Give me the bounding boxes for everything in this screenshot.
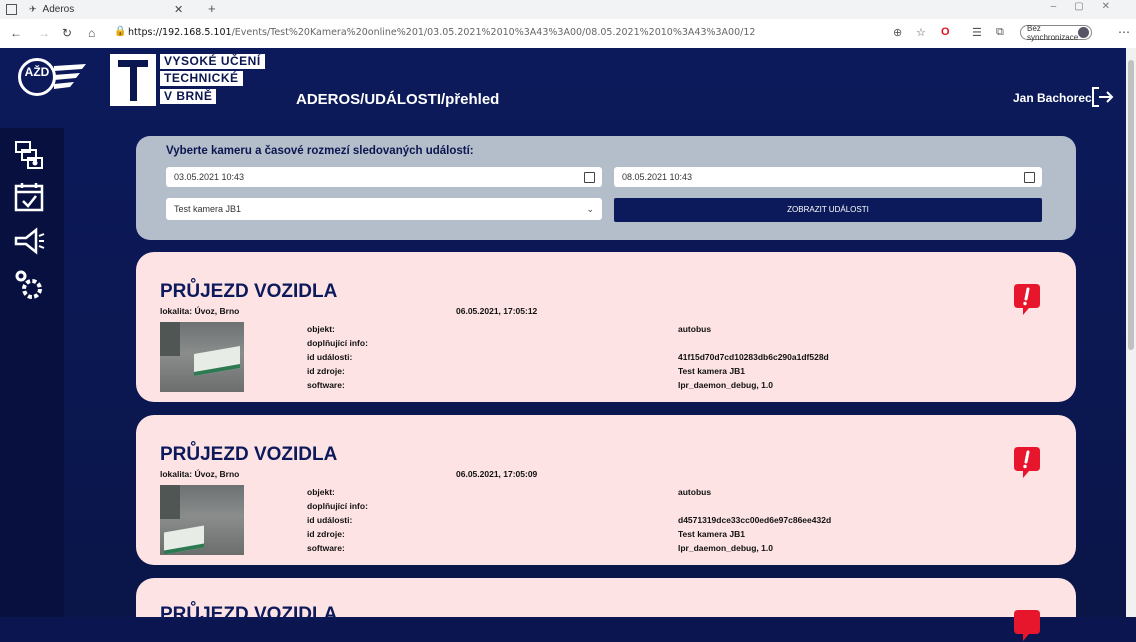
home-icon[interactable]: ⌂ (88, 26, 95, 40)
favicon-icon: ✈ (29, 4, 37, 14)
azd-logo-wings (54, 64, 86, 89)
vut-line-1: VYSOKÉ UČENÍ (160, 54, 265, 69)
label-software: software: (307, 543, 345, 553)
more-icon[interactable]: ⋯ (1118, 25, 1130, 39)
alert-icon (1014, 284, 1040, 315)
event-title: PRŮJEZD VOZIDLA (160, 281, 338, 302)
camera-select-value: Test kamera JB1 (174, 204, 242, 214)
favorites-icon[interactable]: ☰ (972, 26, 982, 39)
value-object: autobus (678, 487, 712, 497)
label-event-id: id události: (307, 515, 353, 525)
label-source-id: id zdroje: (307, 366, 345, 376)
chevron-down-icon: ⌄ (586, 204, 594, 214)
vut-t-icon (110, 54, 156, 106)
label-event-id: id události: (307, 352, 353, 362)
event-card: PRŮJEZD VOZIDLA lokalita: Úvoz, Brno 06.… (136, 415, 1076, 565)
address-bar-row: ← → ↻ ⌂ 🔒 https://192.168.5.101/Events/T… (0, 19, 1136, 49)
logout-icon[interactable] (1090, 85, 1114, 109)
event-datetime: 06.05.2021, 17:05:09 (456, 469, 538, 479)
value-event-id: d4571319dce33cc00ed6e97c86ee432d (678, 515, 832, 525)
page-title: ADEROS/UDÁLOSTI/přehled (296, 91, 500, 108)
cameras-icon[interactable] (12, 138, 46, 172)
event-card: PRŮJEZD VOZIDLA lokalita: Úvoz, Brno 06.… (136, 252, 1076, 402)
vut-logo: VYSOKÉ UČENÍ TECHNICKÉ V BRNĚ (110, 54, 278, 106)
event-card: PRŮJEZD VOZIDLA (136, 578, 1076, 641)
event-datetime: 06.05.2021, 17:05:12 (456, 306, 538, 316)
url-host: https://192.168.5.101 (128, 27, 232, 38)
event-title: PRŮJEZD VOZIDLA (160, 604, 338, 625)
date-from-input[interactable]: 03.05.2021 10:43 (166, 167, 602, 187)
label-object: objekt: (307, 487, 335, 497)
window-controls[interactable]: –▢✕ (1051, 1, 1128, 12)
forward-icon[interactable]: → (38, 26, 50, 40)
label-software: software: (307, 380, 345, 390)
megaphone-icon[interactable] (12, 224, 46, 258)
value-source-id: Test kamera JB1 (678, 366, 745, 376)
event-thumbnail[interactable] (160, 485, 244, 555)
calendar-check-icon[interactable] (12, 180, 46, 214)
value-object: autobus (678, 324, 712, 334)
logo-text: AŽD (24, 65, 50, 79)
browser-tab[interactable]: ✈ Aderos ✕ (6, 0, 196, 19)
label-extra-info: doplňující info: (307, 338, 368, 348)
vut-line-3: V BRNĚ (160, 89, 217, 104)
value-software: lpr_daemon_debug, 1.0 (678, 543, 773, 553)
value-software: lpr_daemon_debug, 1.0 (678, 380, 773, 390)
tab-actions-icon[interactable] (6, 4, 17, 15)
user-name[interactable]: Jan Bachorec (1013, 91, 1092, 105)
alert-icon (1014, 447, 1040, 478)
label-source-id: id zdroje: (307, 529, 345, 539)
event-location: lokalita: Úvoz, Brno (160, 469, 240, 479)
event-thumbnail[interactable] (160, 322, 244, 392)
filter-title: Vyberte kameru a časové rozmezí sledovan… (166, 145, 474, 157)
lock-icon[interactable]: 🔒 (114, 26, 126, 37)
url-field[interactable]: https://192.168.5.101/Events/Test%20Kame… (128, 27, 755, 38)
azd-logo: AŽD (18, 58, 56, 96)
browser-tab-bar: ✈ Aderos ✕ + –▢✕ (0, 0, 1136, 19)
date-to-value: 08.05.2021 10:43 (622, 172, 693, 182)
date-to-input[interactable]: 08.05.2021 10:43 (614, 167, 1042, 187)
tab-title: Aderos (42, 4, 75, 15)
reload-icon[interactable]: ↻ (62, 26, 72, 40)
camera-select[interactable]: Test kamera JB1 ⌄ (166, 198, 602, 220)
zoom-icon[interactable]: ⊕ (893, 26, 902, 39)
sidebar (0, 128, 64, 617)
calendar-icon[interactable] (584, 172, 595, 183)
label-object: objekt: (307, 324, 335, 334)
label-extra-info: doplňující info: (307, 501, 368, 511)
collections-icon[interactable]: ⧉ (996, 26, 1004, 39)
app: AŽD VYSOKÉ UČENÍ TECHNICKÉ V BRNĚ ADEROS… (0, 48, 1136, 641)
vut-line-2: TECHNICKÉ (160, 71, 243, 86)
avatar (1078, 27, 1089, 38)
settings-gears-icon[interactable] (12, 268, 46, 302)
filter-panel: Vyberte kameru a časové rozmezí sledovan… (136, 136, 1076, 240)
value-source-id: Test kamera JB1 (678, 529, 745, 539)
show-events-button[interactable]: ZOBRAZIT UDÁLOSTI (614, 198, 1042, 222)
date-from-value: 03.05.2021 10:43 (174, 172, 245, 182)
value-event-id: 41f15d70d7cd10283db6c290a1df528d (678, 352, 829, 362)
scrollbar[interactable] (1126, 48, 1136, 617)
scrollbar-thumb[interactable] (1128, 60, 1134, 350)
calendar-icon[interactable] (1024, 172, 1035, 183)
event-location: lokalita: Úvoz, Brno (160, 306, 240, 316)
profile-button[interactable]: Bez synchronizace (1020, 24, 1092, 42)
alert-icon (1014, 610, 1040, 641)
url-path: /Events/Test%20Kamera%20online%201/03.05… (231, 27, 756, 38)
back-icon[interactable]: ← (10, 26, 22, 40)
event-title: PRŮJEZD VOZIDLA (160, 444, 338, 465)
new-tab-button[interactable]: + (208, 1, 216, 16)
opera-icon[interactable]: O (941, 26, 950, 38)
close-tab-icon[interactable]: ✕ (174, 3, 183, 16)
favorite-star-icon[interactable]: ☆ (916, 26, 926, 39)
